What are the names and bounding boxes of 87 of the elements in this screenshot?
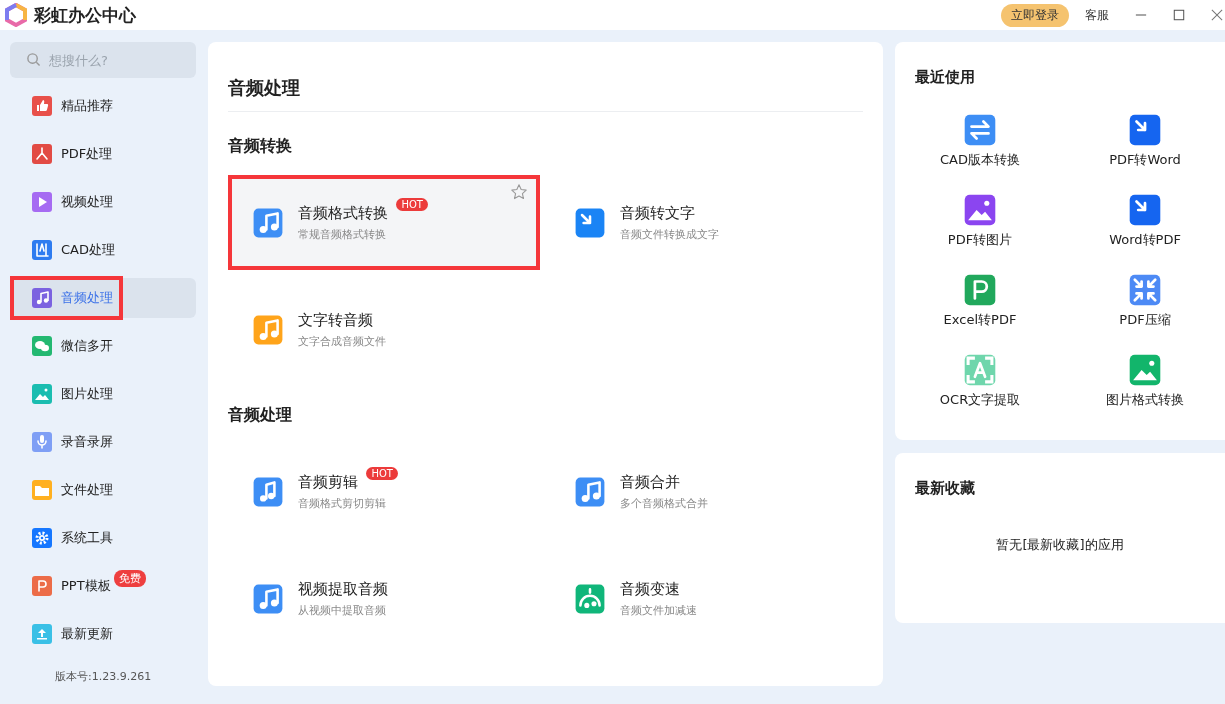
- app-icon: [1128, 273, 1162, 307]
- tool-card[interactable]: 音频剪辑 HOT 音频格式剪切剪辑: [228, 444, 541, 539]
- close-icon[interactable]: [1211, 9, 1223, 21]
- customer-service-link[interactable]: 客服: [1085, 6, 1109, 24]
- recent-app[interactable]: OCR文字提取: [915, 341, 1045, 421]
- sidebar-item[interactable]: 图片处理: [10, 374, 197, 414]
- tool-title: 音频格式转换: [298, 203, 389, 223]
- category-icon: [32, 240, 52, 260]
- search-field[interactable]: 想搜什么?: [10, 42, 197, 78]
- empty-message: 暂无[最新收藏]的应用: [995, 536, 1125, 554]
- hot-badge: HOT: [396, 197, 428, 211]
- category-icon: [32, 384, 52, 404]
- app-icon: [963, 193, 997, 227]
- recent-app[interactable]: PDF压缩: [1065, 261, 1225, 341]
- app-icon: [963, 113, 997, 147]
- search-icon: [26, 52, 41, 67]
- category-icon: [32, 96, 52, 116]
- tool-title: 音频合并: [620, 472, 681, 492]
- tool-icon: [574, 582, 607, 615]
- category-icon: [32, 432, 52, 452]
- star-icon[interactable]: [510, 183, 529, 201]
- favorites-title: 最新收藏: [915, 479, 976, 498]
- tool-card[interactable]: 文字转音频 文字合成音频文件: [228, 282, 541, 377]
- tool-description: 文字合成音频文件: [298, 333, 387, 349]
- tool-description: 音频文件转换成文字: [620, 226, 720, 242]
- sidebar-item[interactable]: 系统工具: [10, 518, 197, 558]
- recent-app[interactable]: 图片格式转换: [1065, 341, 1225, 421]
- app-title: 彩虹办公中心: [34, 3, 136, 27]
- free-badge: 免费: [113, 570, 146, 587]
- tool-icon: [252, 582, 285, 615]
- tool-icon: [252, 206, 285, 239]
- tool-card[interactable]: 音频合并 多个音频格式合并: [550, 444, 863, 539]
- category-icon: [32, 336, 52, 356]
- recent-app[interactable]: CAD版本转换: [915, 101, 1045, 181]
- category-icon: [32, 288, 52, 308]
- tool-icon: [574, 206, 607, 239]
- app-icon: [963, 353, 997, 387]
- recent-app[interactable]: Word转PDF: [1065, 181, 1225, 261]
- app-icon: [1128, 353, 1162, 387]
- sidebar-item[interactable]: PDF处理: [10, 134, 197, 174]
- tool-card[interactable]: 视频提取音频 从视频中提取音频: [228, 551, 541, 646]
- category-icon: [32, 192, 52, 212]
- login-button[interactable]: 立即登录: [1001, 3, 1069, 27]
- rainbow-hexagon-logo: [4, 3, 28, 27]
- sidebar-item[interactable]: 微信多开: [10, 326, 197, 366]
- sidebar-item[interactable]: 最新更新: [10, 614, 197, 654]
- category-icon: [32, 576, 52, 596]
- app-icon: [963, 273, 997, 307]
- category-icon: [32, 144, 52, 164]
- recent-app[interactable]: Excel转PDF: [915, 261, 1045, 341]
- app-icon: [1128, 193, 1162, 227]
- tool-icon: [574, 475, 607, 508]
- tool-card[interactable]: 音频变速 音频文件加减速: [550, 551, 863, 646]
- tool-description: 多个音频格式合并: [620, 495, 709, 511]
- page-title: 音频处理: [228, 76, 302, 100]
- tool-description: 音频文件加减速: [620, 602, 698, 618]
- tool-title: 音频转文字: [620, 203, 696, 223]
- hot-badge: HOT: [366, 466, 398, 480]
- section-title: 音频转换: [228, 136, 294, 157]
- sidebar-item[interactable]: PPT模板 免费: [10, 566, 197, 606]
- sidebar-item[interactable]: 音频处理: [10, 278, 197, 318]
- tool-description: 常规音频格式转换: [298, 226, 388, 242]
- tool-title: 文字转音频: [298, 310, 374, 330]
- recent-app[interactable]: PDF转Word: [1065, 101, 1225, 181]
- sidebar-item[interactable]: CAD处理: [10, 230, 197, 270]
- app-icon: [1128, 113, 1162, 147]
- tool-card[interactable]: 音频格式转换 HOT 常规音频格式转换: [228, 175, 541, 270]
- maximize-icon[interactable]: [1173, 9, 1185, 21]
- sidebar-item[interactable]: 精品推荐: [10, 86, 197, 126]
- tool-title: 音频变速: [620, 579, 681, 599]
- tool-title: 视频提取音频: [298, 579, 389, 599]
- section-title: 音频处理: [228, 405, 294, 426]
- tool-icon: [252, 475, 285, 508]
- tool-description: 音频格式剪切剪辑: [298, 495, 388, 511]
- sidebar-item[interactable]: 文件处理: [10, 470, 197, 510]
- tool-title: 音频剪辑: [298, 472, 359, 492]
- tool-description: 从视频中提取音频: [298, 602, 388, 618]
- category-icon: [32, 624, 52, 644]
- tool-card[interactable]: 音频转文字 音频文件转换成文字: [550, 175, 863, 270]
- recent-title: 最近使用: [915, 68, 976, 87]
- sidebar-item[interactable]: 录音录屏: [10, 422, 197, 462]
- category-icon: [32, 480, 52, 500]
- version-text: 版本号:1.23.9.261: [54, 669, 153, 684]
- tool-icon: [252, 313, 285, 346]
- sidebar-item[interactable]: 视频处理: [10, 182, 197, 222]
- category-icon: [32, 528, 52, 548]
- recent-app[interactable]: PDF转图片: [915, 181, 1045, 261]
